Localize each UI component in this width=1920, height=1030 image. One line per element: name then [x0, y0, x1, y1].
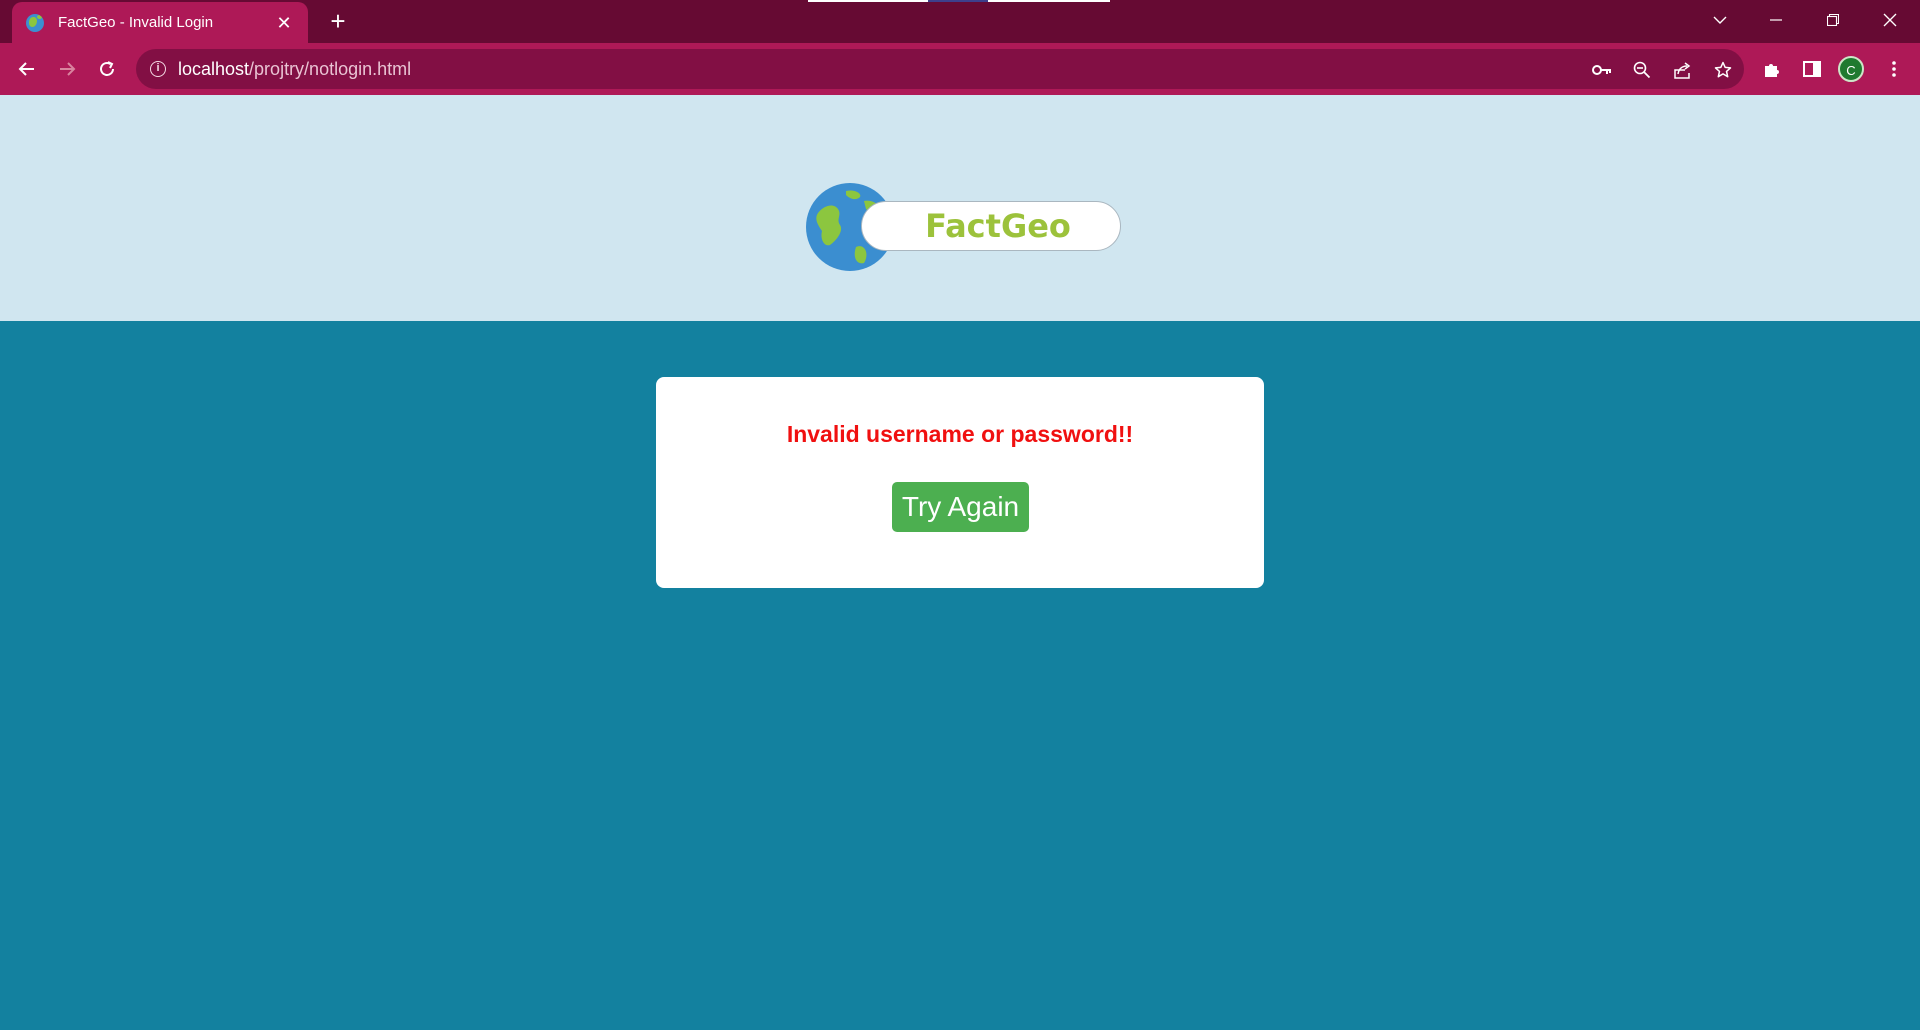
globe-icon — [26, 13, 44, 32]
address-url[interactable]: localhost/projtry/notlogin.html — [178, 59, 411, 80]
menu-icon[interactable] — [1882, 57, 1906, 81]
forward-arrow-icon[interactable] — [52, 54, 82, 84]
reload-icon[interactable] — [92, 54, 122, 84]
profile-avatar[interactable]: C — [1838, 56, 1864, 82]
new-tab-button[interactable]: + — [324, 7, 352, 35]
page-header: FactGeo — [0, 95, 1920, 321]
try-again-button[interactable]: Try Again — [892, 482, 1029, 532]
logo-text: FactGeo — [925, 207, 1071, 245]
chevron-down-icon[interactable] — [1692, 0, 1748, 40]
site-logo[interactable]: FactGeo — [806, 183, 1126, 273]
share-icon[interactable] — [1672, 59, 1694, 81]
star-icon[interactable] — [1712, 59, 1734, 81]
error-message: Invalid username or password!! — [786, 421, 1134, 447]
logo-banner: FactGeo — [861, 201, 1121, 251]
tab-strip: FactGeo - Invalid Login ✕ + — [0, 0, 1920, 43]
browser-tab[interactable]: FactGeo - Invalid Login ✕ — [12, 2, 308, 43]
side-panel-icon[interactable] — [1800, 57, 1824, 81]
close-icon[interactable]: ✕ — [274, 13, 294, 33]
puzzle-icon[interactable] — [1760, 57, 1784, 81]
zoom-out-icon[interactable] — [1631, 59, 1653, 81]
minimize-icon[interactable] — [1748, 0, 1804, 40]
loading-indicator — [928, 0, 988, 2]
error-card: Invalid username or password!! Try Again — [656, 377, 1264, 588]
close-icon[interactable] — [1862, 0, 1918, 40]
restore-icon[interactable] — [1805, 0, 1861, 40]
back-arrow-icon[interactable] — [12, 54, 42, 84]
tab-title: FactGeo - Invalid Login — [58, 14, 214, 31]
browser-toolbar: i localhost/projtry/notlogin.html C — [0, 43, 1920, 95]
address-bar[interactable]: i localhost/projtry/notlogin.html — [136, 49, 1744, 89]
loading-indicator — [808, 0, 928, 2]
info-icon[interactable]: i — [150, 61, 166, 77]
key-icon[interactable] — [1591, 59, 1613, 81]
loading-indicator — [988, 0, 1110, 2]
